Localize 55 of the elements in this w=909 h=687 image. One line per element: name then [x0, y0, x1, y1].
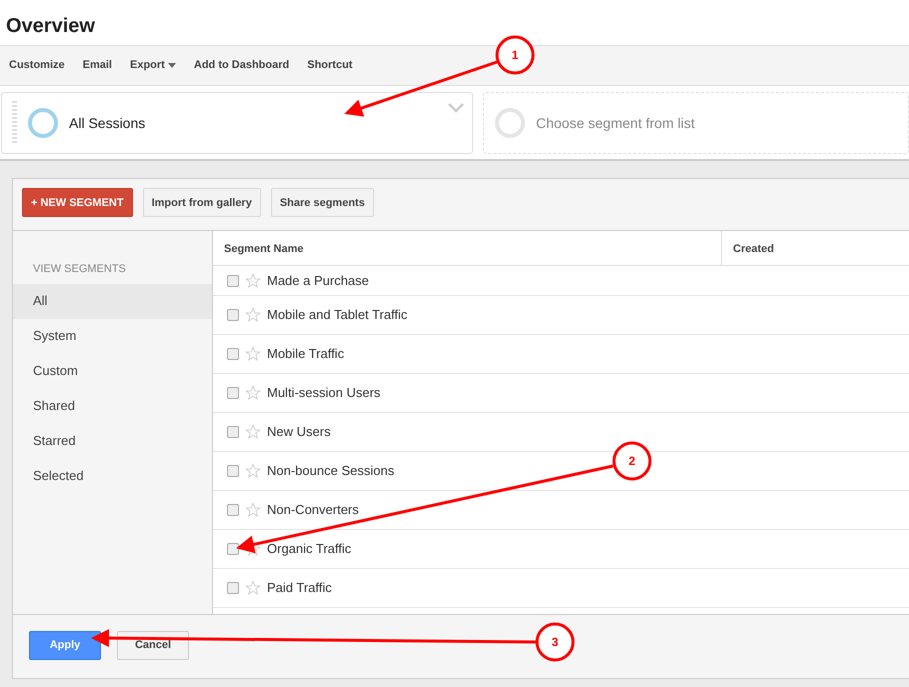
- column-header[interactable]: Segment Name: [213, 231, 722, 265]
- callout-marker: 1: [496, 36, 534, 74]
- sidebar-item[interactable]: Shared: [13, 388, 212, 424]
- checkbox[interactable]: [227, 426, 239, 438]
- segment-name: Mobile Traffic: [267, 345, 344, 364]
- checkbox[interactable]: [227, 543, 239, 555]
- segment-name: Non-bounce Sessions: [267, 462, 394, 480]
- checkbox[interactable]: [227, 348, 239, 360]
- segment-name: Mobile and Tablet Traffic: [267, 306, 408, 324]
- chevron-icon[interactable]: [448, 103, 464, 113]
- panel-button[interactable]: Import from gallery: [142, 188, 261, 217]
- export-dropdown[interactable]: Export: [130, 57, 176, 74]
- toolbar-button[interactable]: Add to Dashboard: [194, 57, 290, 74]
- segment-name: Organic Traffic: [267, 540, 352, 558]
- new-segment-button[interactable]: + NEW SEGMENT: [22, 188, 133, 217]
- cancel-button[interactable]: Cancel: [117, 631, 189, 660]
- toolbar-button[interactable]: Customize: [9, 57, 65, 74]
- segment-name: Made a Purchase: [267, 272, 369, 290]
- column-header[interactable]: Created: [722, 231, 785, 265]
- star-icon[interactable]: [245, 502, 261, 518]
- toolbar-button[interactable]: Shortcut: [307, 57, 352, 74]
- checkbox[interactable]: [227, 504, 239, 516]
- star-icon[interactable]: [245, 346, 261, 362]
- checkbox[interactable]: [227, 309, 239, 321]
- page-title: Overview: [5, 14, 96, 39]
- segment-name: Multi-session Users: [267, 384, 380, 402]
- segment-card[interactable]: All Sessions: [1, 92, 473, 154]
- segment-name: Non-Converters: [267, 501, 359, 520]
- star-icon[interactable]: [245, 307, 261, 323]
- star-icon[interactable]: [245, 463, 261, 479]
- checkbox[interactable]: [227, 582, 239, 594]
- segment-name: All Sessions: [69, 114, 146, 132]
- star-icon[interactable]: [245, 272, 261, 288]
- star-icon[interactable]: [245, 424, 261, 440]
- segment-placeholder[interactable]: Choose segment from list: [483, 92, 909, 154]
- sidebar-item[interactable]: All: [13, 284, 212, 318]
- sidebar-item[interactable]: Custom: [13, 354, 212, 388]
- segment-name: Choose segment from list: [536, 114, 696, 133]
- star-icon[interactable]: [245, 580, 261, 596]
- checkbox[interactable]: [227, 274, 239, 286]
- segment-name: Paid Traffic: [267, 579, 332, 598]
- drag-handle[interactable]: [12, 101, 17, 145]
- sidebar-item[interactable]: System: [13, 318, 212, 354]
- checkbox[interactable]: [227, 465, 239, 477]
- segment-name: New Users: [267, 423, 331, 442]
- star-icon[interactable]: [245, 385, 261, 401]
- sidebar-item[interactable]: Selected: [13, 458, 212, 494]
- star-icon[interactable]: [245, 541, 261, 557]
- ring-icon: [27, 107, 59, 139]
- checkbox[interactable]: [227, 387, 239, 399]
- toolbar-button[interactable]: Email: [82, 57, 112, 74]
- ring-icon: [494, 107, 526, 139]
- sidebar-item[interactable]: Starred: [13, 424, 212, 458]
- sidebar-heading: VIEW SEGMENTS: [32, 262, 127, 277]
- panel-button[interactable]: Share segments: [270, 188, 374, 217]
